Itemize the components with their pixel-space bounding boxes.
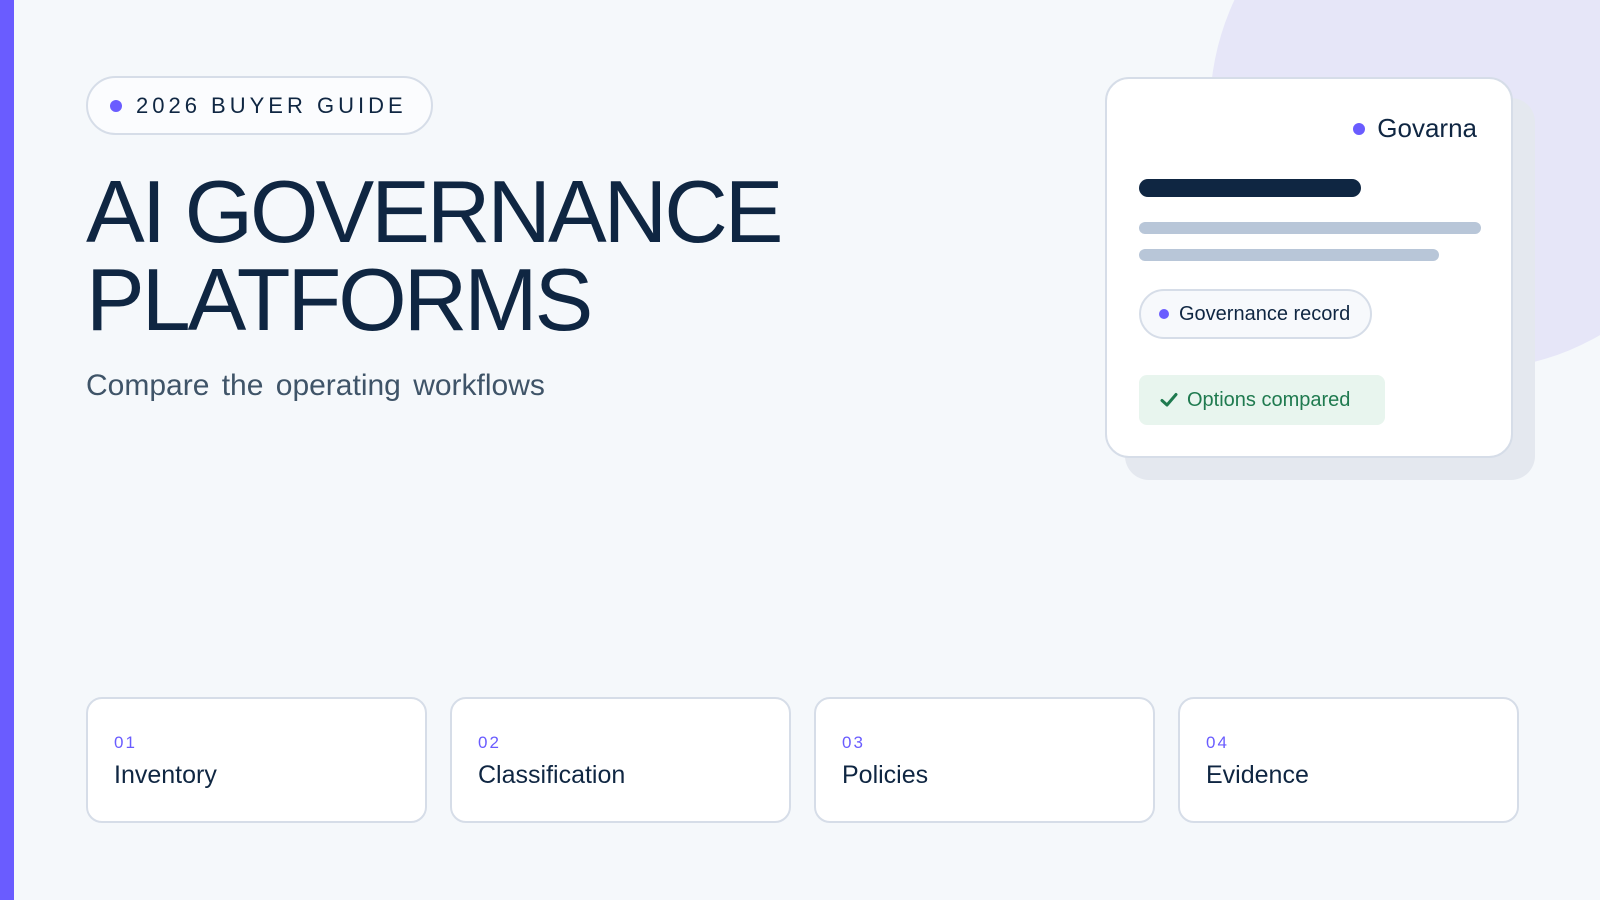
workflow-steps: 01 Inventory 02 Classification 03 Polici… — [86, 697, 1520, 823]
buyer-guide-badge: 2026 BUYER GUIDE — [86, 76, 433, 135]
step-card-classification: 02 Classification — [450, 697, 791, 823]
step-label: Policies — [842, 761, 929, 789]
brand-name: Govarna — [1377, 113, 1477, 143]
accent-bar — [0, 0, 14, 900]
page-subtitle: Compare the operating workflows — [86, 369, 545, 402]
record-label: Governance record — [1179, 302, 1351, 325]
step-card-evidence: 04 Evidence — [1178, 697, 1519, 823]
step-number: 02 — [478, 733, 501, 752]
brand-dot-icon — [1353, 122, 1366, 135]
governance-record-pill: Governance record — [1139, 289, 1373, 339]
step-number: 03 — [842, 733, 865, 752]
step-label: Classification — [478, 761, 626, 789]
slide: 2026 BUYER GUIDE AI GOVERNANCE PLATFORMS… — [0, 0, 1600, 900]
step-card-policies: 03 Policies — [814, 697, 1155, 823]
badge-dot-icon — [110, 99, 122, 112]
step-number: 01 — [114, 733, 137, 752]
status-label: Options compared — [1187, 388, 1351, 411]
brand: Govarna — [1353, 113, 1477, 144]
preview-card: Govarna Governance record Options compar… — [1105, 77, 1513, 458]
placeholder-line-bar — [1139, 222, 1481, 234]
step-number: 04 — [1206, 733, 1229, 752]
title-line-2: PLATFORMS — [86, 250, 593, 349]
step-label: Inventory — [114, 761, 217, 789]
placeholder-line-bar — [1139, 249, 1439, 261]
options-compared-status: Options compared — [1139, 375, 1385, 425]
step-card-inventory: 01 Inventory — [86, 697, 427, 823]
title-line-1: AI GOVERNANCE — [86, 162, 783, 261]
checkmark-icon — [1160, 393, 1178, 407]
page-title: AI GOVERNANCE PLATFORMS — [86, 162, 783, 349]
placeholder-heading-bar — [1139, 179, 1361, 197]
step-label: Evidence — [1206, 761, 1309, 789]
badge-text: 2026 BUYER GUIDE — [136, 92, 407, 118]
record-dot-icon — [1159, 309, 1169, 319]
